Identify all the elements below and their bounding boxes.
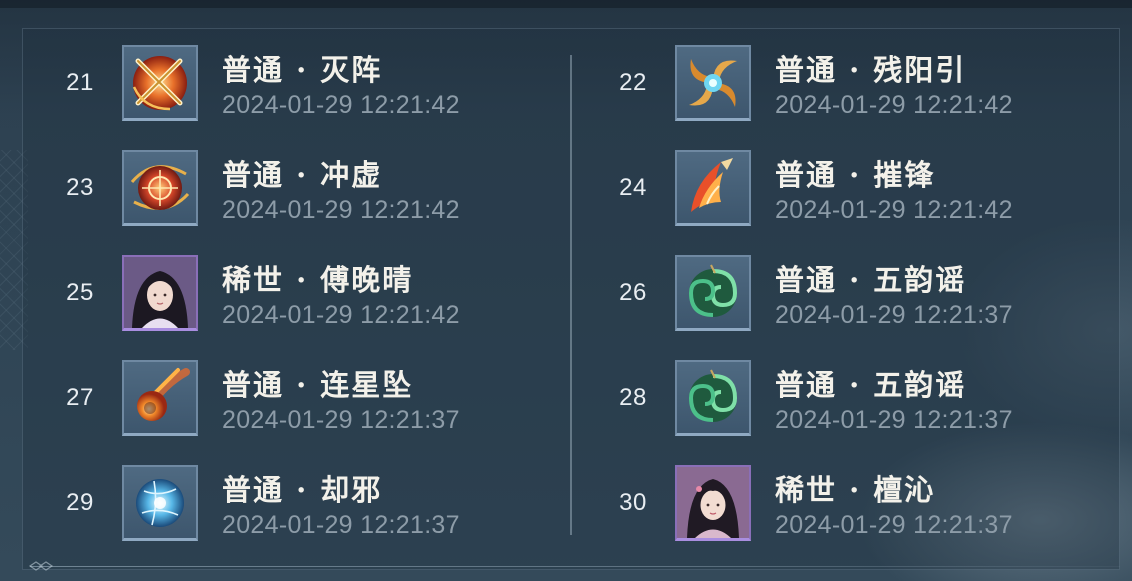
record-title: 普通 · 连星坠 [222, 368, 414, 402]
record-timestamp: 2024-01-29 12:21:42 [775, 196, 1013, 224]
record-number: 27 [66, 384, 94, 411]
record-timestamp: 2024-01-29 12:21:37 [775, 406, 1013, 434]
record-timestamp: 2024-01-29 12:21:42 [222, 91, 460, 119]
item-slot[interactable] [675, 465, 751, 541]
record-timestamp: 2024-01-29 12:21:42 [222, 301, 460, 329]
record-row-27[interactable]: 27 普通 · 连星坠 2024-01-29 12:21:37 [50, 360, 490, 440]
record-timestamp: 2024-01-29 12:21:37 [222, 511, 460, 539]
record-timestamp: 2024-01-29 12:21:37 [775, 301, 1013, 329]
item-slot[interactable] [122, 150, 198, 226]
record-row-29[interactable]: 29 普通 · 却邪 2024-01-29 12:21:37 [50, 465, 490, 545]
item-slot[interactable] [675, 360, 751, 436]
record-number: 26 [619, 279, 647, 306]
item-slot[interactable] [122, 45, 198, 121]
record-title: 普通 · 残阳引 [775, 53, 967, 87]
crossed-swords-icon [132, 56, 187, 111]
meteor-icon [137, 368, 190, 421]
record-row-24[interactable]: 24 普通 · 摧锋 2024-01-29 12:21:42 [603, 150, 1043, 230]
record-timestamp: 2024-01-29 12:21:37 [775, 511, 1013, 539]
item-slot[interactable] [122, 465, 198, 541]
record-row-21[interactable]: 21 普通 · 灭阵 2024-01-29 12:21:42 [50, 45, 490, 125]
record-number: 28 [619, 384, 647, 411]
record-row-23[interactable]: 23 普通 · 冲虚 2024-01-29 12:21:42 [50, 150, 490, 230]
record-row-28[interactable]: 28 普通 · 五韵谣 2024-01-29 12:21:37 [603, 360, 1043, 440]
jade-swirl-icon [688, 369, 738, 422]
record-row-25[interactable]: 25 稀世 · 傅晚晴 2024-01-29 12:21:42 [50, 255, 490, 335]
record-number: 22 [619, 69, 647, 96]
character-portrait-icon [677, 467, 749, 538]
item-slot[interactable] [675, 255, 751, 331]
record-number: 29 [66, 489, 94, 516]
bottom-border-line [30, 566, 1120, 567]
flame-blade-icon [691, 158, 733, 212]
corner-ornament-icon [28, 561, 54, 571]
record-number: 30 [619, 489, 647, 516]
record-number: 21 [66, 69, 94, 96]
record-title: 普通 · 冲虚 [222, 158, 383, 192]
record-number: 23 [66, 174, 94, 201]
record-title: 稀世 · 傅晚晴 [222, 263, 414, 297]
top-strip [0, 0, 1132, 8]
record-title: 普通 · 摧锋 [775, 158, 936, 192]
item-slot[interactable] [122, 360, 198, 436]
record-title: 普通 · 五韵谣 [775, 263, 967, 297]
record-row-30[interactable]: 30 稀世 · 檀沁 2024-01-29 12:21:37 [603, 465, 1043, 545]
record-timestamp: 2024-01-29 12:21:42 [775, 91, 1013, 119]
record-row-26[interactable]: 26 普通 · 五韵谣 2024-01-29 12:21:37 [603, 255, 1043, 335]
record-title: 普通 · 五韵谣 [775, 368, 967, 402]
item-slot[interactable] [122, 255, 198, 331]
item-slot[interactable] [675, 150, 751, 226]
golden-vortex-icon [689, 59, 737, 107]
character-portrait-icon [124, 257, 196, 328]
crosshair-orb-icon [130, 165, 190, 210]
record-timestamp: 2024-01-29 12:21:42 [222, 196, 460, 224]
jade-swirl-icon [688, 264, 738, 317]
item-slot[interactable] [675, 45, 751, 121]
record-number: 25 [66, 279, 94, 306]
record-row-22[interactable]: 22 普通 · 残阳引 2024-01-29 12:21:42 [603, 45, 1043, 125]
column-divider [570, 55, 572, 535]
record-timestamp: 2024-01-29 12:21:37 [222, 406, 460, 434]
record-title: 普通 · 却邪 [222, 473, 383, 507]
record-title: 普通 · 灭阵 [222, 53, 383, 87]
record-title: 稀世 · 檀沁 [775, 473, 936, 507]
ice-orb-icon [136, 479, 184, 527]
record-number: 24 [619, 174, 647, 201]
